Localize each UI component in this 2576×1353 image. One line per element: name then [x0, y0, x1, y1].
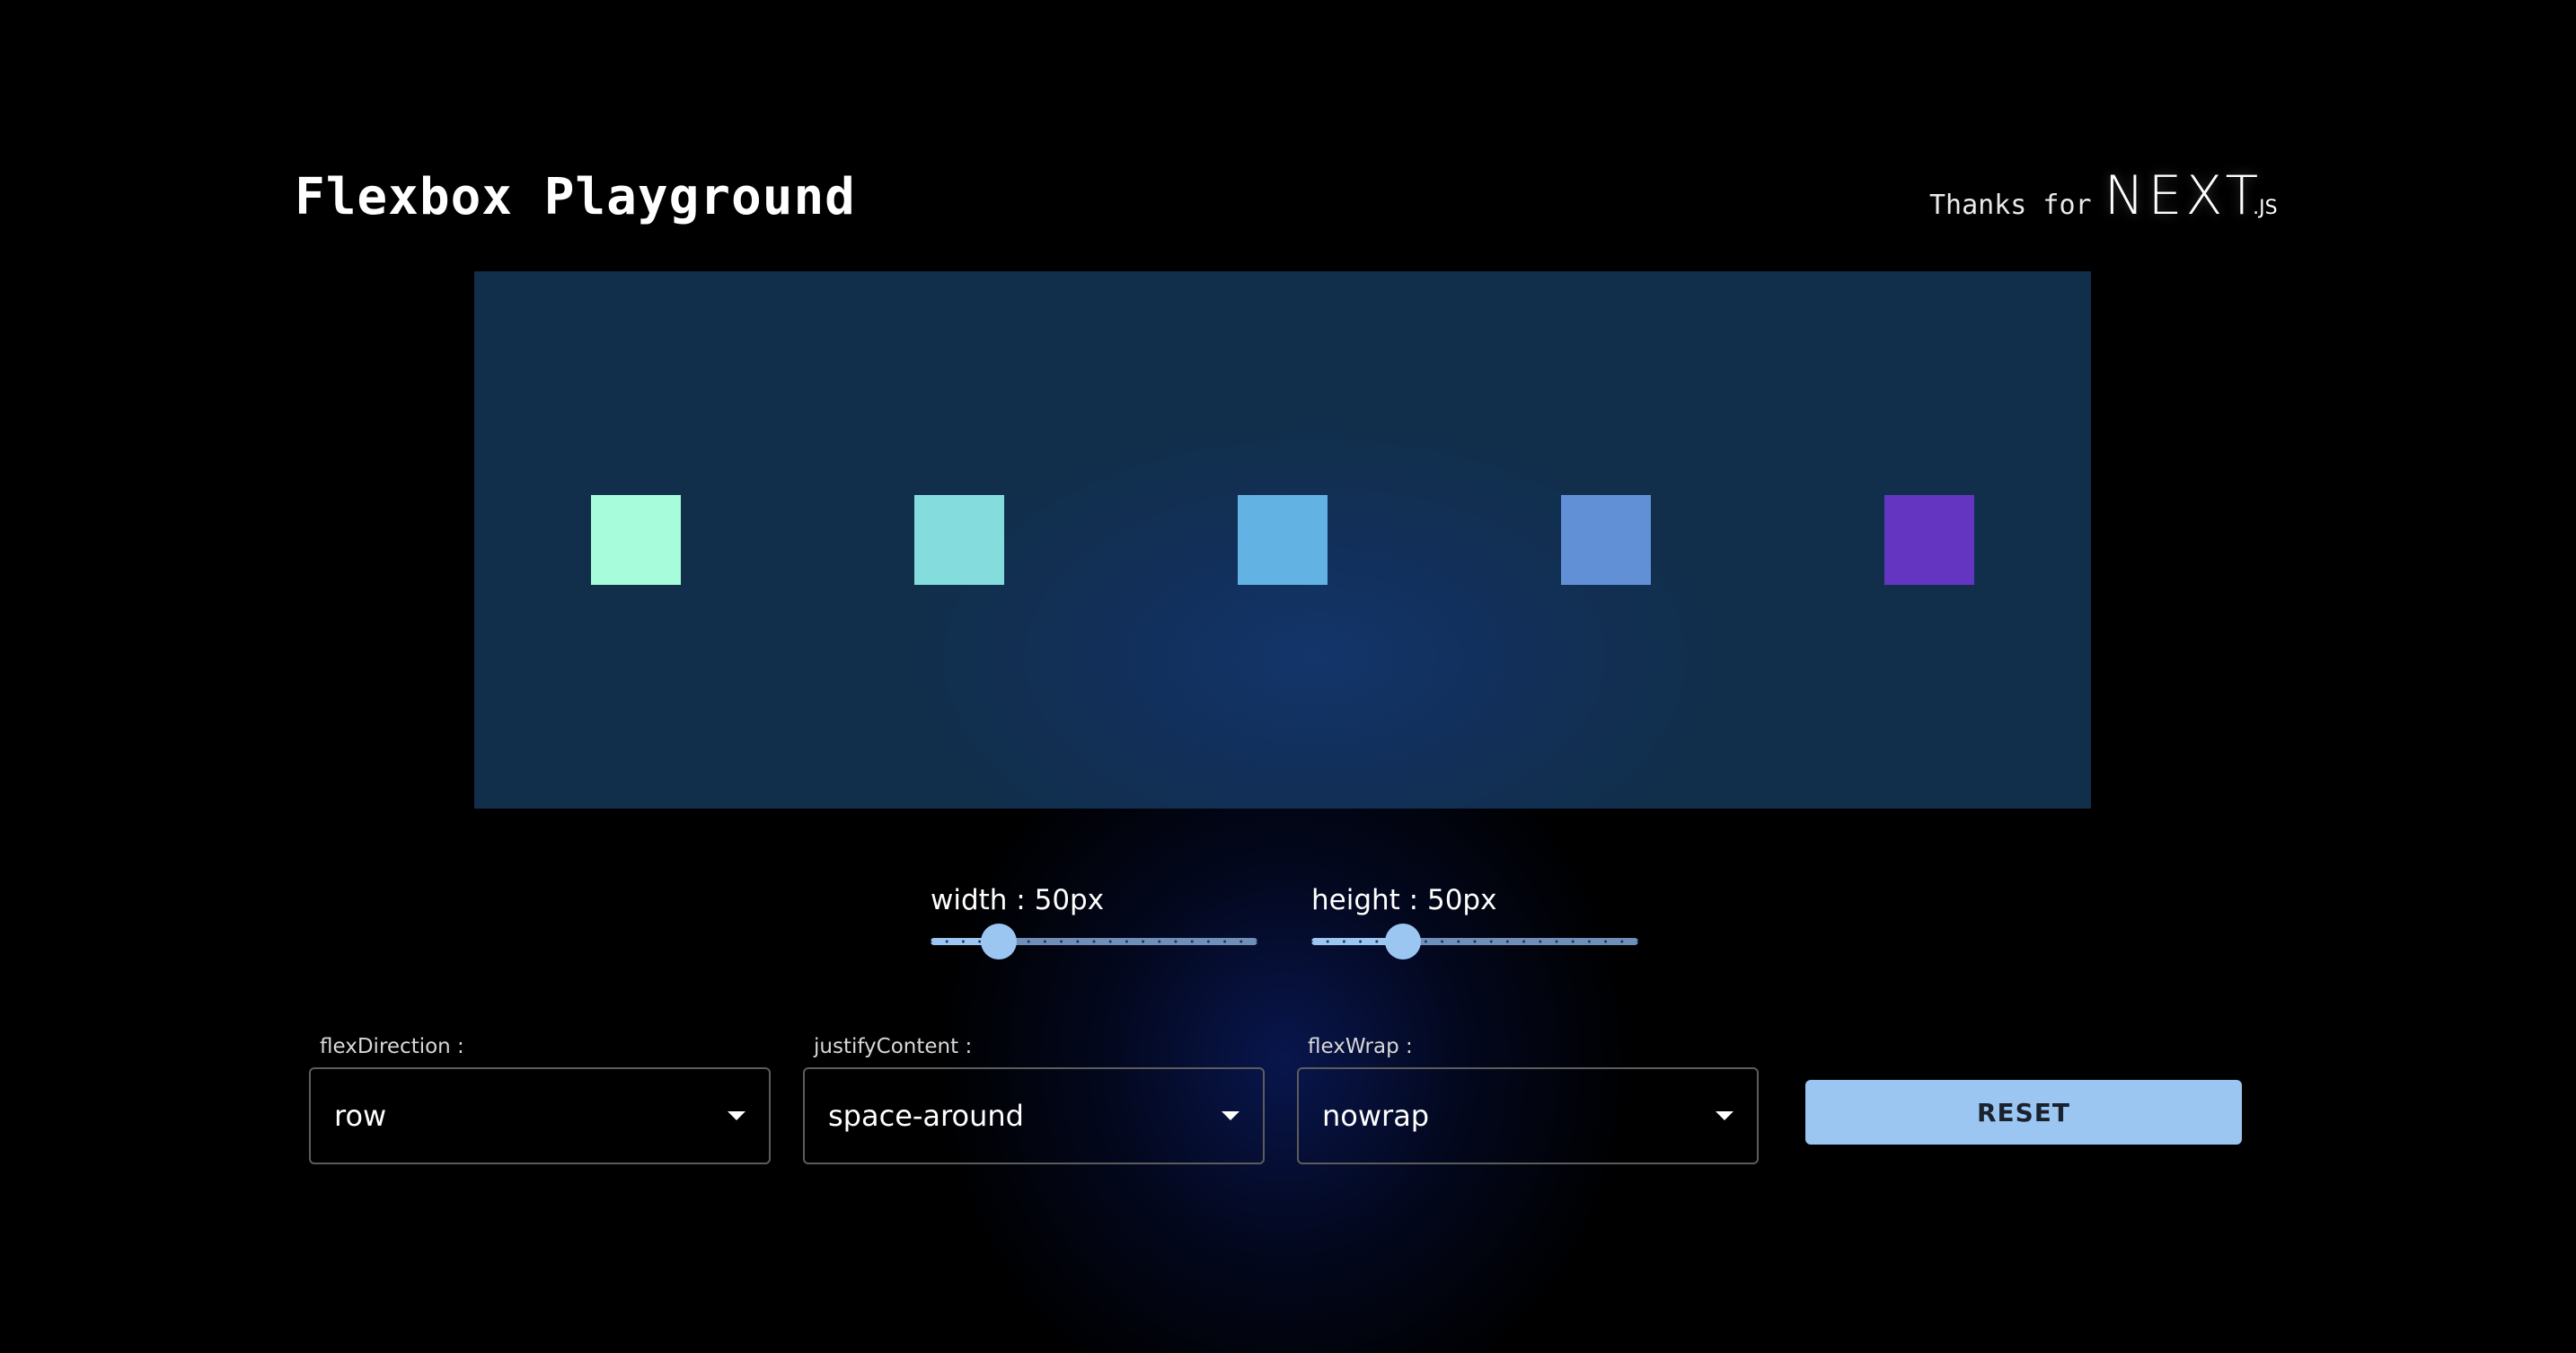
page: Flexbox Playground Thanks for NEXT .JS w… — [0, 0, 2576, 1353]
flex-box-1 — [591, 495, 681, 585]
slider-tick — [1223, 940, 1227, 943]
flex-direction-select[interactable]: row — [309, 1067, 771, 1164]
slider-tick — [1489, 940, 1493, 943]
slider-tick — [1441, 940, 1444, 943]
flex-wrap-value: nowrap — [1322, 1099, 1430, 1133]
slider-tick — [931, 940, 932, 943]
nextjs-logo-main: NEXT — [2104, 164, 2263, 227]
height-slider-ticks — [1311, 940, 1638, 943]
slider-tick — [1142, 940, 1145, 943]
slider-tick — [1174, 940, 1178, 943]
width-slider-label: width : 50px — [931, 884, 1105, 916]
slider-tick — [1239, 940, 1243, 943]
slider-tick — [1636, 940, 1638, 943]
width-slider-thumb[interactable] — [981, 924, 1017, 959]
slider-tick — [1522, 940, 1526, 943]
justify-content-label: justifyContent : — [814, 1035, 973, 1058]
slider-tick — [1206, 940, 1210, 943]
nextjs-logo[interactable]: NEXT .JS — [2104, 169, 2278, 223]
slider-tick — [1375, 940, 1379, 943]
slider-tick — [1326, 940, 1329, 943]
slider-tick — [1505, 940, 1509, 943]
justify-content-value: space-around — [828, 1099, 1024, 1133]
slider-tick — [1125, 940, 1128, 943]
slider-tick — [1473, 940, 1477, 943]
justify-content-select-group: justifyContent : space-around — [803, 1035, 1268, 1164]
slider-tick — [1555, 940, 1558, 943]
slider-tick — [1620, 940, 1624, 943]
justify-content-select[interactable]: space-around — [803, 1067, 1265, 1164]
slider-tick — [961, 940, 965, 943]
slider-tick — [1256, 940, 1257, 943]
slider-tick — [945, 940, 948, 943]
slider-tick — [1604, 940, 1608, 943]
slider-tick — [1457, 940, 1460, 943]
slider-tick — [1539, 940, 1542, 943]
slider-tick — [1158, 940, 1161, 943]
flex-box-3 — [1238, 495, 1328, 585]
slider-tick — [1043, 940, 1046, 943]
slider-tick — [1027, 940, 1030, 943]
flex-direction-value: row — [334, 1099, 387, 1133]
width-slider[interactable] — [931, 924, 1257, 959]
slider-tick — [1108, 940, 1112, 943]
caret-down-icon — [728, 1111, 745, 1120]
slider-tick — [1342, 940, 1345, 943]
slider-tick — [1311, 940, 1313, 943]
flex-direction-select-group: flexDirection : row — [309, 1035, 774, 1164]
slider-tick — [1571, 940, 1575, 943]
slider-tick — [1587, 940, 1591, 943]
reset-button[interactable]: RESET — [1805, 1080, 2242, 1145]
flex-wrap-select[interactable]: nowrap — [1297, 1067, 1759, 1164]
flex-box-4 — [1561, 495, 1651, 585]
thanks-credit: Thanks for NEXT .JS — [1929, 169, 2278, 223]
flex-container — [474, 271, 2091, 809]
flex-box-5 — [1884, 495, 1974, 585]
flex-wrap-select-group: flexWrap : nowrap — [1297, 1035, 1762, 1164]
slider-tick — [1060, 940, 1063, 943]
caret-down-icon — [1716, 1111, 1734, 1120]
flex-wrap-label: flexWrap : — [1308, 1035, 1413, 1058]
thanks-text: Thanks for — [1929, 190, 2092, 221]
height-slider-group: height : 50px — [1311, 879, 1638, 959]
width-slider-group: width : 50px — [931, 879, 1257, 959]
flex-box-2 — [914, 495, 1004, 585]
height-slider[interactable] — [1311, 924, 1638, 959]
nextjs-logo-suffix: .JS — [2253, 197, 2278, 219]
height-slider-label: height : 50px — [1311, 884, 1497, 916]
slider-tick — [1190, 940, 1194, 943]
slider-tick — [1424, 940, 1427, 943]
page-title: Flexbox Playground — [295, 168, 856, 226]
slider-tick — [1359, 940, 1363, 943]
flex-direction-label: flexDirection : — [320, 1035, 464, 1058]
slider-tick — [1076, 940, 1080, 943]
height-slider-thumb[interactable] — [1385, 924, 1421, 959]
caret-down-icon — [1222, 1111, 1239, 1120]
slider-tick — [1092, 940, 1096, 943]
width-slider-ticks — [931, 940, 1257, 943]
